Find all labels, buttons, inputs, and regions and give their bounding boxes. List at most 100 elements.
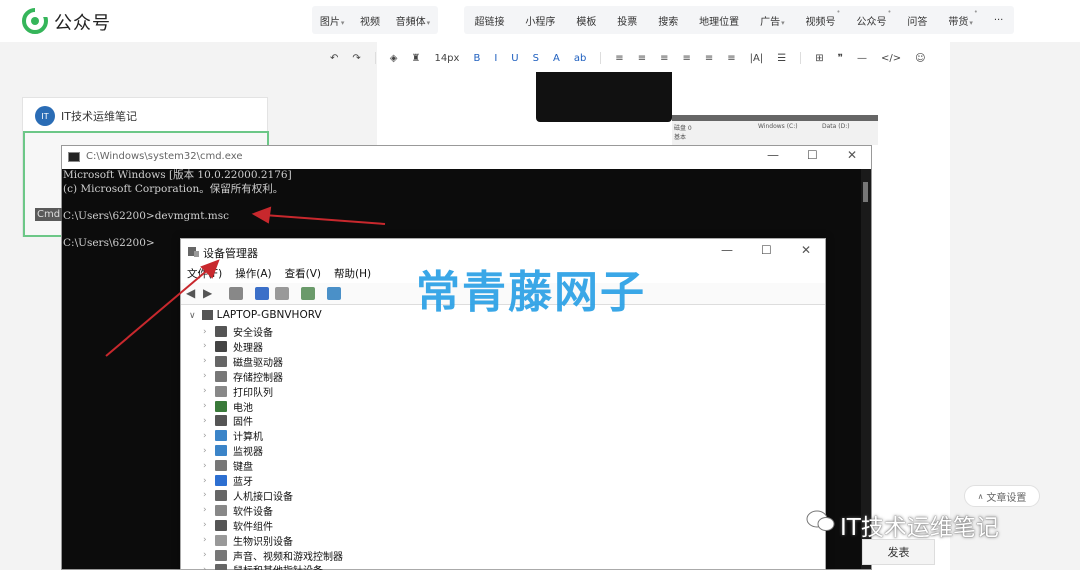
device-category[interactable]: › 软件设备 [203, 503, 273, 518]
expand-chevron-icon[interactable]: › [203, 431, 215, 441]
format-tool-icon[interactable]: ≡ [660, 53, 668, 64]
device-category[interactable]: › 计算机 [203, 428, 263, 443]
format-tool-icon[interactable]: ≡ [638, 53, 646, 64]
media-menu-item[interactable]: 图片▾ [320, 13, 345, 28]
properties-icon[interactable] [229, 287, 243, 300]
expand-chevron-icon[interactable]: › [203, 565, 215, 570]
expand-chevron-icon[interactable]: › [203, 371, 215, 381]
cmd-scroll-thumb[interactable] [863, 182, 868, 202]
maximize-icon[interactable]: ☐ [761, 243, 772, 257]
insert-menu-item[interactable]: 视频号 • [806, 8, 841, 28]
insert-menu-item[interactable]: 公众号 • [856, 8, 891, 28]
format-tool-icon[interactable]: ≡ [682, 53, 690, 64]
expand-chevron-icon[interactable]: › [203, 520, 215, 530]
format-tool-icon[interactable]: A [553, 53, 560, 64]
device-category[interactable]: › 声音、视频和游戏控制器 [203, 548, 343, 563]
minimize-icon[interactable]: — [767, 148, 779, 162]
top-bar: 公众号 图片▾ 视频 音頻体▾ 超链接 小程序 模板 投票 搜索 地理位置 广告▾ 视频号 • 公众号… [0, 0, 1080, 42]
article-image-thumb[interactable] [536, 72, 672, 122]
format-tool-icon[interactable]: ❞ [838, 53, 843, 64]
expand-chevron-icon[interactable]: › [203, 505, 215, 515]
expand-chevron-icon[interactable]: › [203, 341, 215, 351]
update-driver-icon[interactable] [301, 287, 315, 300]
toolbar-divider [600, 52, 602, 64]
minimize-icon[interactable]: — [721, 243, 733, 257]
format-tool-icon[interactable]: ♜ [411, 53, 420, 64]
format-tool-icon[interactable]: ≡ [705, 53, 713, 64]
format-tool-icon[interactable]: ab [574, 53, 586, 64]
insert-menu-item[interactable]: 小程序 [525, 13, 555, 28]
expand-chevron-icon[interactable]: › [203, 327, 215, 337]
media-menu-item[interactable]: 视频 [360, 13, 380, 28]
expand-chevron-icon[interactable]: › [203, 401, 215, 411]
insert-menu-item[interactable]: ··· [994, 15, 1004, 26]
insert-menu-item[interactable]: 搜索 [658, 13, 678, 28]
insert-menu-item[interactable]: 投票 [617, 13, 637, 28]
dm-menu-item[interactable]: 操作(A) [235, 266, 271, 281]
device-category[interactable]: › 电池 [203, 399, 253, 414]
format-tool-icon[interactable]: ≡ [615, 53, 623, 64]
device-category[interactable]: › 处理器 [203, 339, 263, 354]
help-icon[interactable] [255, 287, 269, 300]
device-category[interactable]: › 人机接口设备 [203, 488, 293, 503]
format-tool-icon[interactable]: B [473, 53, 480, 64]
format-tool-icon[interactable]: ↷ [352, 53, 360, 64]
device-category[interactable]: › 安全设备 [203, 324, 273, 339]
menu-item-label: 地理位置 [699, 16, 740, 28]
insert-menu-item[interactable]: 广告▾ [760, 13, 785, 28]
scan-hardware-icon[interactable] [327, 287, 341, 300]
article-settings-button[interactable]: ∧ 文章设置 [964, 485, 1040, 507]
close-icon[interactable]: ✕ [847, 148, 857, 162]
forward-icon[interactable]: ▶ [203, 287, 217, 300]
maximize-icon[interactable]: ☐ [807, 148, 818, 162]
device-category[interactable]: › 打印队列 [203, 384, 273, 399]
dm-menu-item[interactable]: 查看(V) [285, 266, 321, 281]
device-category[interactable]: › 键盘 [203, 458, 253, 473]
format-tool-icon[interactable]: S [533, 53, 539, 64]
expand-chevron-icon[interactable]: › [203, 461, 215, 471]
format-tool-icon[interactable]: ↶ [330, 53, 338, 64]
expand-chevron-icon[interactable]: › [203, 386, 215, 396]
expand-chevron-icon[interactable]: › [203, 550, 215, 560]
dm-menu-item[interactable]: 文件(F) [187, 266, 222, 281]
close-icon[interactable]: ✕ [801, 243, 811, 257]
view-icon[interactable] [275, 287, 289, 300]
publish-button[interactable]: 发表 [862, 539, 935, 565]
insert-menu-item[interactable]: 地理位置 [699, 13, 739, 28]
format-tool-icon[interactable]: ≡ [727, 53, 735, 64]
insert-menu-item[interactable]: 带货▾ • [948, 8, 978, 28]
back-icon[interactable]: ◀ [186, 287, 200, 300]
format-tool-icon[interactable]: ◈ [390, 53, 398, 64]
device-category[interactable]: › 磁盘驱动器 [203, 354, 283, 369]
device-category-label: 鼠标和其他指针设备 [233, 562, 323, 570]
font-size-select[interactable]: 14px [434, 53, 459, 64]
tree-root[interactable]: ∨ LAPTOP-GBNVHORV [189, 309, 322, 321]
expand-chevron-icon[interactable]: › [203, 356, 215, 366]
device-category[interactable]: › 软件组件 [203, 518, 273, 533]
format-tool-icon[interactable]: U [511, 53, 518, 64]
format-tool-icon[interactable]: </> [881, 53, 901, 64]
format-tool-icon[interactable]: I [494, 53, 497, 64]
format-tool-icon[interactable]: ☰ [777, 53, 786, 64]
insert-menu-item[interactable]: 超链接 [474, 13, 504, 28]
dm-menu-item[interactable]: 帮助(H) [334, 266, 371, 281]
device-category[interactable]: › 固件 [203, 413, 253, 428]
expand-chevron-icon[interactable]: › [203, 490, 215, 500]
expand-chevron-icon[interactable]: › [203, 535, 215, 545]
format-tool-icon[interactable]: ⊞ [815, 53, 823, 64]
format-tool-icon[interactable]: — [857, 53, 867, 64]
media-menu-item[interactable]: 音頻体▾ [396, 13, 431, 28]
expand-chevron-icon[interactable]: › [203, 416, 215, 426]
cmd-title-bar[interactable]: C:\Windows\system32\cmd.exe — ☐ ✕ [62, 146, 871, 169]
device-category[interactable]: › 监视器 [203, 443, 263, 458]
insert-menu-item[interactable]: 问答 [907, 13, 927, 28]
format-tool-icon[interactable]: ☺ [915, 53, 925, 64]
format-tool-icon[interactable]: |A| [750, 53, 764, 64]
device-category[interactable]: › 蓝牙 [203, 473, 253, 488]
insert-menu-item[interactable]: 模板 [576, 13, 596, 28]
device-category[interactable]: › 存储控制器 [203, 369, 283, 384]
device-category[interactable]: › 鼠标和其他指针设备 [203, 562, 323, 570]
expand-chevron-icon[interactable]: › [203, 476, 215, 486]
expand-chevron-icon[interactable]: › [203, 446, 215, 456]
device-category[interactable]: › 生物识别设备 [203, 533, 293, 548]
